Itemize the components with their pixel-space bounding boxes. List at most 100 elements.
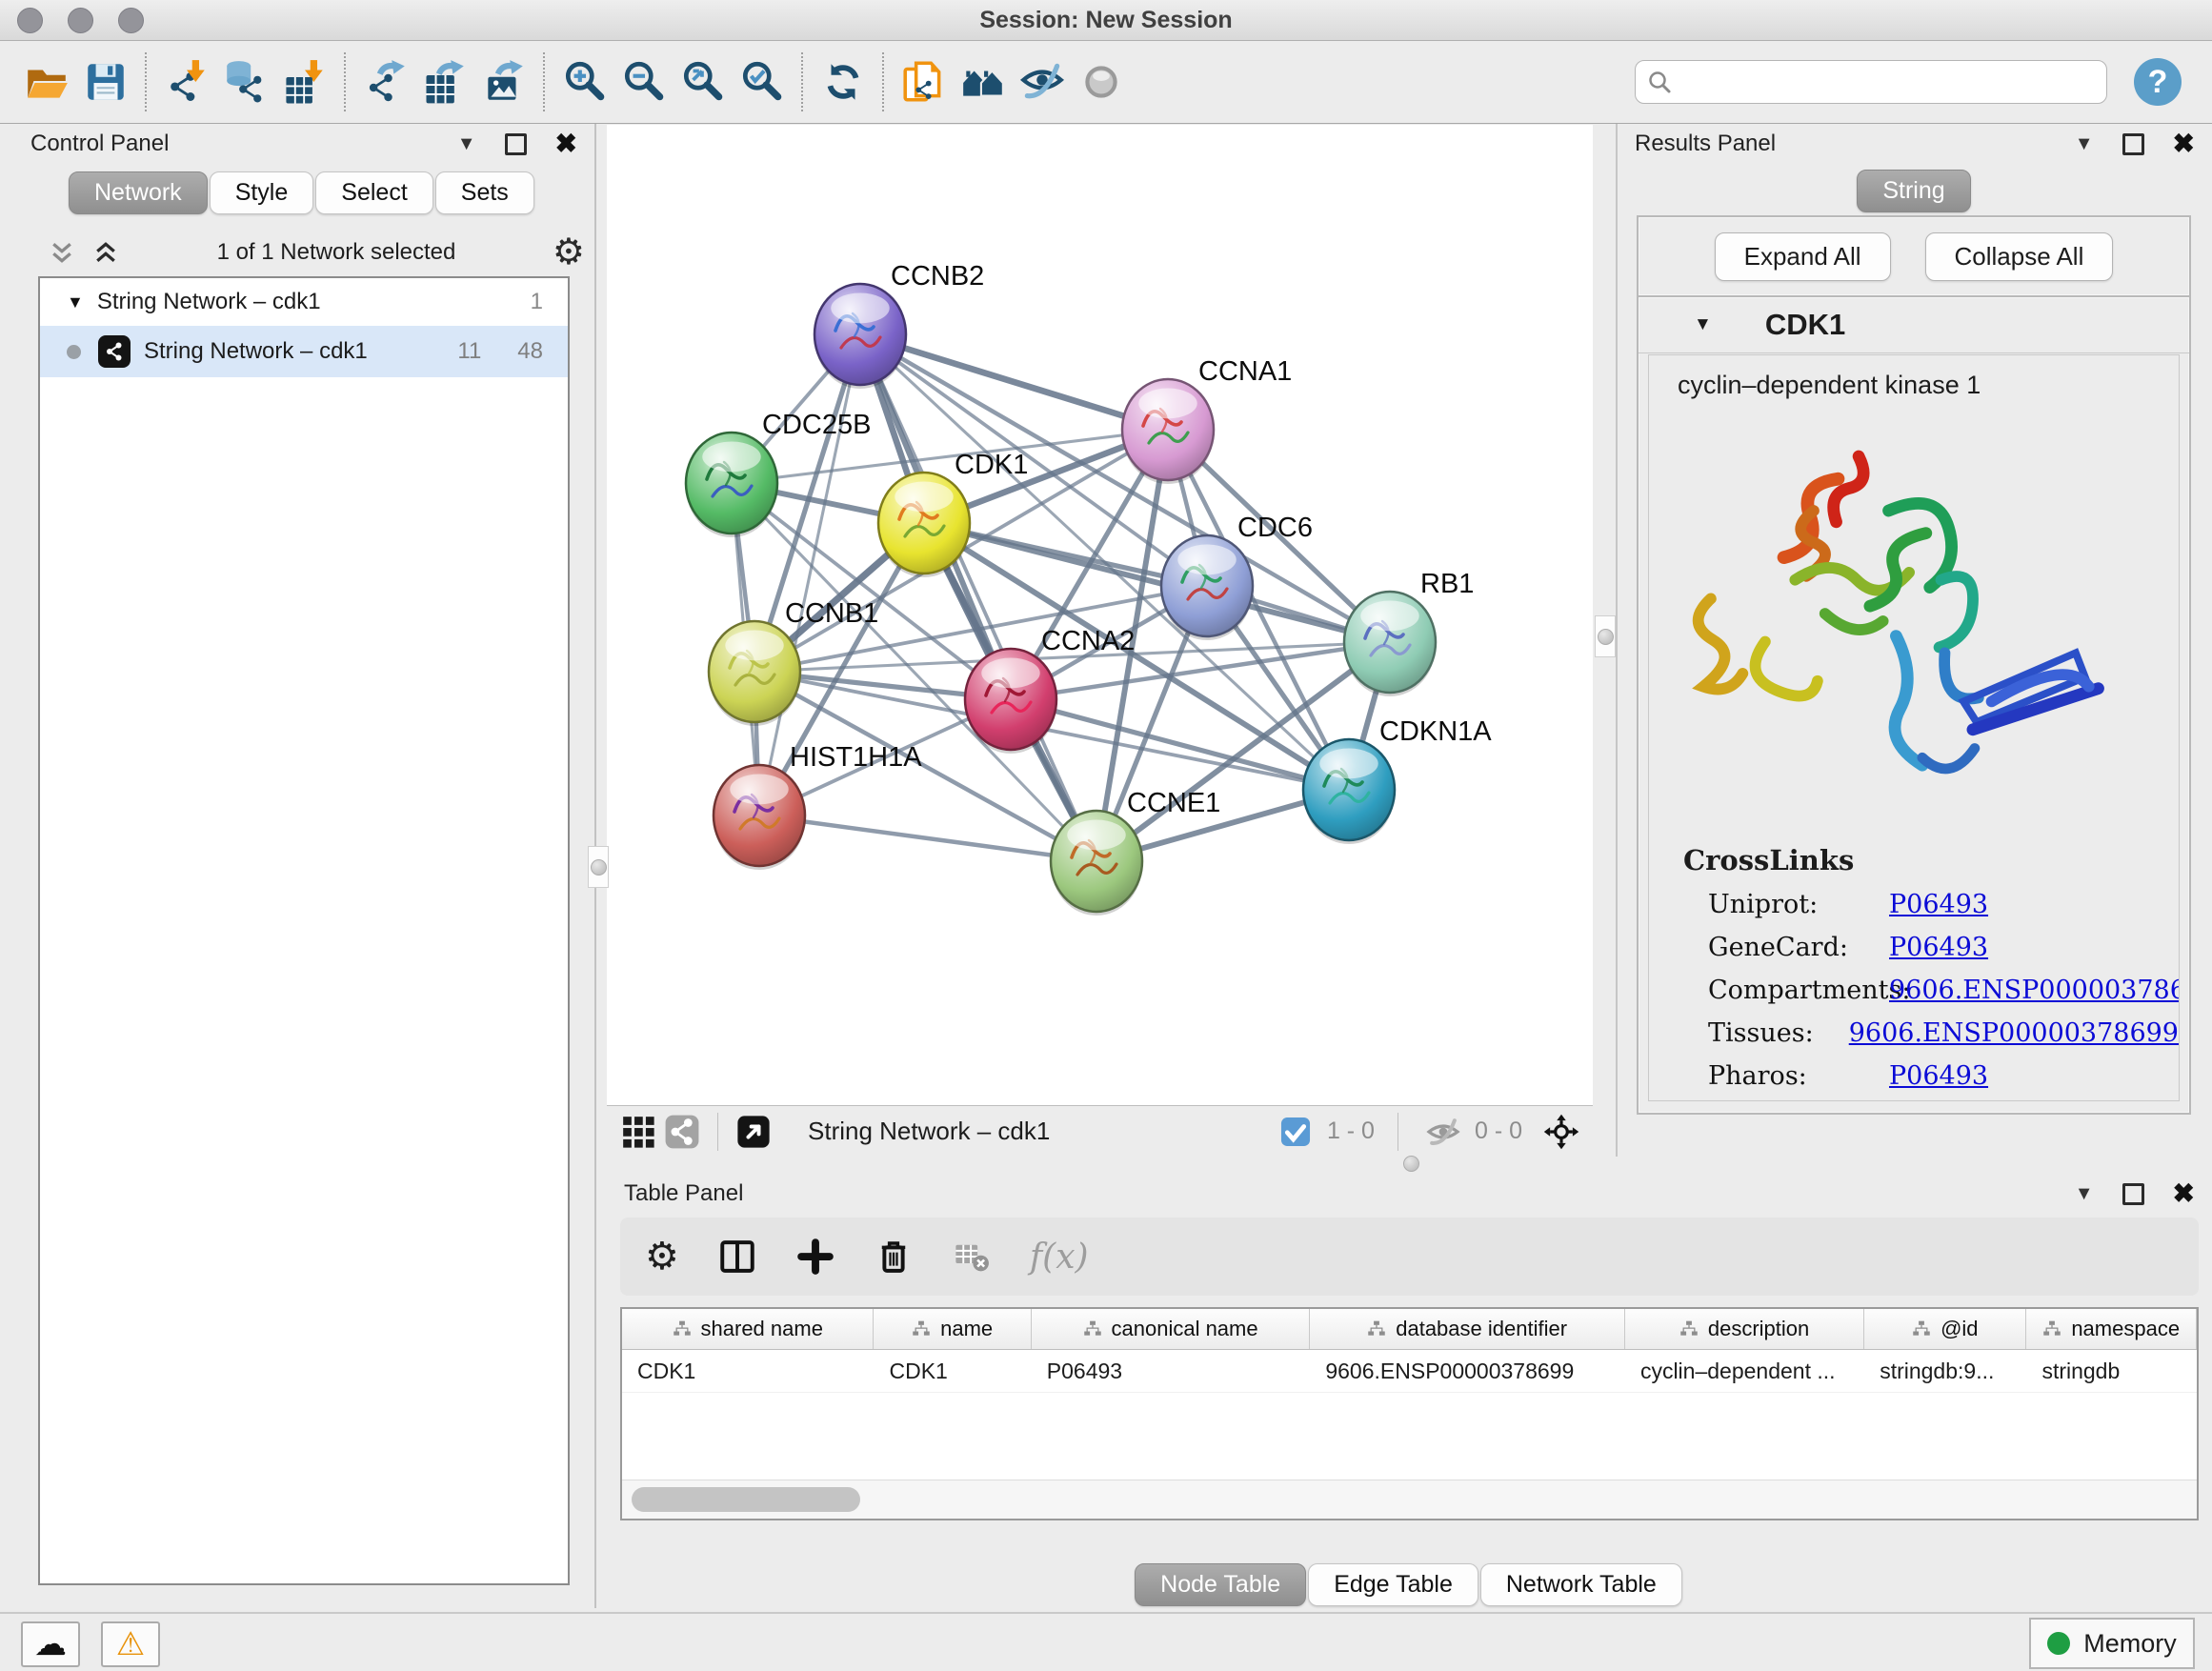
column-header--id[interactable]: @id (1864, 1309, 2026, 1349)
grid-view-icon[interactable] (616, 1110, 660, 1154)
column-header-name[interactable]: name (874, 1309, 1031, 1349)
export-image-button[interactable] (474, 51, 533, 112)
zoom-in-button[interactable] (555, 51, 614, 112)
warnings-button[interactable]: ⚠ (101, 1621, 160, 1667)
table-panel-float-icon[interactable] (2122, 1183, 2144, 1205)
node-CDKN1A[interactable]: CDKN1A (1303, 716, 1492, 844)
memory-button[interactable]: Memory (2029, 1618, 2195, 1669)
crosslink-link[interactable]: P06493 (1889, 1061, 1988, 1091)
column-header-canonical-name[interactable]: canonical name (1032, 1309, 1311, 1349)
detach-view-icon[interactable] (732, 1110, 775, 1154)
tab-network-table[interactable]: Network Table (1480, 1563, 1682, 1606)
table-cell[interactable]: P06493 (1032, 1350, 1311, 1392)
right-splitter-handle[interactable] (1595, 615, 1616, 657)
table-cell[interactable]: CDK1 (874, 1350, 1031, 1392)
tab-select[interactable]: Select (315, 171, 432, 214)
import-database-button[interactable] (216, 51, 275, 112)
network-collection-row[interactable]: ▼ String Network – cdk1 1 (40, 278, 568, 326)
network-row-selected[interactable]: String Network – cdk1 11 48 (40, 326, 568, 377)
collection-expand-icon[interactable]: ▼ (67, 292, 84, 312)
tab-sets[interactable]: Sets (435, 171, 534, 214)
results-panel-float-icon[interactable] (2122, 133, 2144, 155)
selected-checkbox-icon[interactable] (1274, 1110, 1317, 1154)
node-HIST1H1A[interactable]: HIST1H1A (714, 742, 922, 870)
show-all-button[interactable] (1072, 51, 1131, 112)
node-CCNE1[interactable]: CCNE1 (1051, 788, 1220, 916)
table-cell[interactable]: stringdb:9... (1864, 1350, 2026, 1392)
fit-content-icon[interactable] (1539, 1110, 1583, 1154)
first-neighbors-button[interactable] (954, 51, 1013, 112)
tab-node-table[interactable]: Node Table (1135, 1563, 1306, 1606)
table-row[interactable]: CDK1CDK1P064939606.ENSP00000378699cyclin… (622, 1350, 2197, 1393)
zoom-selected-button[interactable] (733, 51, 792, 112)
export-table-button[interactable] (415, 51, 474, 112)
scrollbar-thumb[interactable] (632, 1487, 860, 1512)
table-horizontal-scrollbar[interactable] (622, 1480, 2197, 1519)
import-network-button[interactable] (157, 51, 216, 112)
node-CDK1[interactable]: CDK1 (878, 450, 1028, 577)
results-tab-string[interactable]: String (1857, 170, 1970, 212)
tab-edge-table[interactable]: Edge Table (1308, 1563, 1478, 1606)
network-share-view-icon[interactable] (660, 1110, 704, 1154)
expand-all-icon[interactable] (91, 238, 120, 267)
open-session-button[interactable] (17, 51, 76, 112)
control-panel-float-icon[interactable] (505, 133, 527, 155)
table-cell[interactable]: 9606.ENSP00000378699 (1310, 1350, 1625, 1392)
cdk1-section-header[interactable]: ▼ CDK1 (1639, 297, 2189, 353)
column-header-database-identifier[interactable]: database identifier (1310, 1309, 1625, 1349)
section-collapse-icon[interactable]: ▼ (1694, 314, 1712, 335)
import-table-button[interactable] (275, 51, 334, 112)
table-settings-gear-icon[interactable]: ⚙ (645, 1238, 679, 1276)
node-CCNB1[interactable]: CCNB1 (709, 598, 878, 726)
column-header-description[interactable]: description (1625, 1309, 1864, 1349)
table-panel: Table Panel ▼ ✖ ⚙ (607, 1174, 2212, 1608)
export-network-button[interactable] (356, 51, 415, 112)
edge-CCNB2-CCNA1[interactable] (860, 334, 1168, 430)
search-input[interactable] (1679, 68, 2095, 96)
column-header-namespace[interactable]: namespace (2026, 1309, 2197, 1349)
search-box[interactable] (1635, 60, 2107, 104)
control-panel-menu-icon[interactable]: ▼ (457, 133, 476, 155)
hide-selected-button[interactable] (1013, 51, 1072, 112)
table-cell[interactable]: CDK1 (622, 1350, 874, 1392)
crosslink-row: GeneCard:P06493 (1708, 933, 2179, 962)
network-canvas[interactable]: CCNB2 CCNA1 CDC25B CDK1 (607, 125, 1593, 1105)
add-column-icon[interactable] (795, 1237, 835, 1277)
network-options-gear-icon[interactable]: ⚙ (553, 234, 585, 271)
crosslink-link[interactable]: P06493 (1889, 890, 1988, 919)
table-cell[interactable]: stringdb (2026, 1350, 2197, 1392)
delete-column-icon[interactable] (874, 1237, 914, 1277)
expand-all-button[interactable]: Expand All (1715, 232, 1891, 281)
zoom-out-button[interactable] (614, 51, 674, 112)
refresh-button[interactable] (814, 51, 873, 112)
node-CDC6[interactable]: CDC6 (1161, 513, 1313, 640)
crosslink-link[interactable]: 9606.ENSP00000378699 (1849, 1018, 2179, 1048)
table-panel-close-icon[interactable]: ✖ (2173, 1180, 2195, 1207)
edge-HIST1H1A-CCNE1[interactable] (759, 815, 1096, 861)
results-panel-menu-icon[interactable]: ▼ (2075, 133, 2094, 155)
cloud-button[interactable]: ☁ (21, 1621, 80, 1667)
duplicate-network-button[interactable] (895, 51, 954, 112)
show-columns-icon[interactable] (717, 1237, 757, 1277)
results-panel-close-icon[interactable]: ✖ (2173, 131, 2195, 157)
zoom-fit-button[interactable] (674, 51, 733, 112)
save-session-button[interactable] (76, 51, 135, 112)
edge-CDK1-RB1[interactable] (924, 523, 1390, 642)
bottom-splitter-handle[interactable] (1391, 1155, 1431, 1172)
column-header-shared-name[interactable]: shared name (622, 1309, 874, 1349)
crosslink-label: Tissues: (1708, 1018, 1849, 1048)
left-splitter-handle[interactable] (588, 846, 609, 888)
collapse-all-button[interactable]: Collapse All (1925, 232, 2114, 281)
tab-network[interactable]: Network (69, 171, 208, 214)
cdk1-section-body: cyclin–dependent kinase 1 (1648, 354, 2180, 1101)
tab-style[interactable]: Style (210, 171, 314, 214)
crosslink-link[interactable]: P06493 (1889, 933, 1988, 962)
control-panel-close-icon[interactable]: ✖ (555, 131, 577, 157)
crosslink-link[interactable]: 9606.ENSP00000378699 (1889, 976, 2180, 1005)
table-cell[interactable]: cyclin–dependent ... (1625, 1350, 1864, 1392)
edge-CCNB2-CCNE1[interactable] (860, 334, 1096, 861)
help-button[interactable]: ? (2134, 58, 2182, 106)
collapse-all-icon[interactable] (48, 238, 76, 267)
node-RB1[interactable]: RB1 (1344, 569, 1474, 696)
table-panel-menu-icon[interactable]: ▼ (2075, 1183, 2094, 1205)
